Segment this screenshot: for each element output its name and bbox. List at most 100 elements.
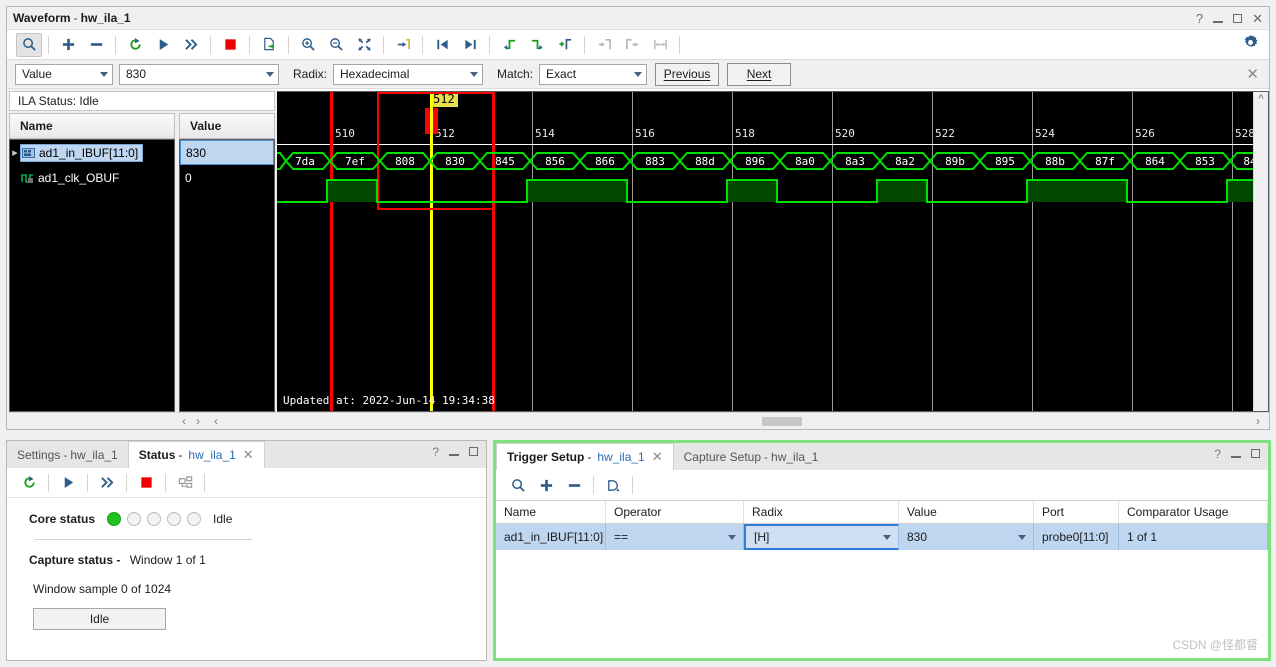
- match-label: Match:: [497, 67, 533, 81]
- remove-icon[interactable]: [561, 473, 587, 497]
- scroll-left-wave-icon[interactable]: ‹: [209, 414, 223, 428]
- idle-progress-button[interactable]: Idle: [33, 608, 166, 630]
- search-icon[interactable]: [505, 473, 531, 497]
- stop-icon[interactable]: [133, 471, 159, 495]
- signal-row-ad1-in[interactable]: ▸ ad1_in_IBUF[11:0]: [10, 140, 174, 165]
- signal-value-ad1-clk[interactable]: 0: [180, 165, 274, 190]
- stop-icon[interactable]: [217, 33, 243, 57]
- ruler-tick-528: 528: [1235, 127, 1255, 140]
- refresh-icon[interactable]: [16, 471, 42, 495]
- red-cursor-left[interactable]: [330, 92, 333, 411]
- trigger-operator-select[interactable]: ==: [606, 524, 744, 550]
- previous-button[interactable]: Previous: [655, 63, 719, 86]
- help-button[interactable]: ?: [432, 445, 439, 459]
- close-filter-icon[interactable]: ✕: [1246, 65, 1259, 83]
- gear-icon[interactable]: [1242, 34, 1259, 51]
- waveform-hscrollbar[interactable]: ‹ › ‹ ›: [7, 412, 1269, 429]
- measure-icon[interactable]: [647, 33, 673, 57]
- hscroll-thumb[interactable]: [762, 417, 802, 426]
- red-cursor-right[interactable]: [492, 92, 495, 411]
- trigger-radix-select[interactable]: [H]: [744, 524, 899, 550]
- radix-select[interactable]: Hexadecimal: [333, 64, 483, 85]
- capture-status-row: Capture status - Window 1 of 1: [29, 553, 486, 567]
- tab-trigger-setup[interactable]: Trigger Setup - hw_ila_1 ✕: [496, 443, 674, 470]
- maximize-button[interactable]: [1251, 447, 1260, 461]
- column-header-comparator-usage[interactable]: Comparator Usage: [1119, 501, 1268, 523]
- column-header-value[interactable]: Value: [179, 113, 275, 139]
- column-header-port[interactable]: Port: [1034, 501, 1119, 523]
- tab-settings[interactable]: Settings - hw_ila_1: [7, 441, 128, 468]
- help-button[interactable]: ?: [1214, 447, 1221, 461]
- go-to-end-icon[interactable]: [457, 33, 483, 57]
- trigger-panel-controls: ?: [1214, 447, 1260, 461]
- cursor-marker-flag[interactable]: 512: [430, 92, 458, 107]
- bus-value-14: 895: [983, 151, 1027, 171]
- waveform-filter-bar: Value 830 Radix: Hexadecimal Match: Exac…: [7, 60, 1269, 89]
- signal-name-label: ad1_clk_OBUF: [38, 171, 119, 185]
- scroll-right-wave-icon[interactable]: ›: [1251, 414, 1265, 428]
- add-icon[interactable]: [533, 473, 559, 497]
- next-button[interactable]: Next: [727, 63, 791, 86]
- column-header-name[interactable]: Name: [496, 501, 606, 523]
- maximize-button[interactable]: [469, 445, 478, 459]
- tab-capture-setup[interactable]: Capture Setup - hw_ila_1: [674, 443, 829, 470]
- help-button[interactable]: ?: [1196, 12, 1203, 25]
- tab-status[interactable]: Status - hw_ila_1 ✕: [128, 441, 265, 468]
- trigger-port: probe0[11:0]: [1034, 524, 1119, 550]
- column-select[interactable]: Value: [15, 64, 113, 85]
- search-value-input[interactable]: 830: [119, 64, 279, 85]
- add-marker-icon[interactable]: [552, 33, 578, 57]
- column-header-value[interactable]: Value: [899, 501, 1034, 523]
- tab-close-icon[interactable]: ✕: [652, 449, 663, 465]
- add-icon[interactable]: [55, 33, 81, 57]
- column-header-operator[interactable]: Operator: [606, 501, 744, 523]
- vertical-scroll-up[interactable]: ^: [1253, 92, 1268, 411]
- trigger-tabbar: Trigger Setup - hw_ila_1 ✕ Capture Setup…: [496, 443, 1268, 470]
- trigger-value-select[interactable]: 830: [899, 524, 1034, 550]
- run-fast-icon[interactable]: [178, 33, 204, 57]
- go-to-start-icon[interactable]: [429, 33, 455, 57]
- run-fast-icon[interactable]: [94, 471, 120, 495]
- minimize-button[interactable]: [1213, 12, 1223, 25]
- probe-compare-icon[interactable]: [600, 473, 626, 497]
- minimize-button[interactable]: [449, 445, 459, 459]
- yellow-cursor[interactable]: [430, 92, 433, 411]
- refresh-icon[interactable]: [122, 33, 148, 57]
- table-row[interactable]: ad1_in_IBUF[11:0] == [H] 830 probe0[11:0…: [496, 524, 1268, 550]
- signal-row-ad1-clk[interactable]: ad1_clk_OBUF: [10, 165, 174, 190]
- capture-status-value: Window 1 of 1: [130, 553, 206, 567]
- next-marker-icon[interactable]: [619, 33, 645, 57]
- scroll-right-name-icon[interactable]: ›: [191, 414, 205, 428]
- match-select-value: Exact: [546, 67, 628, 81]
- trigger-probe-name[interactable]: ad1_in_IBUF[11:0]: [496, 524, 606, 550]
- column-header-name[interactable]: Name: [9, 113, 175, 139]
- zoom-fit-icon[interactable]: [351, 33, 377, 57]
- next-transition-icon[interactable]: [524, 33, 550, 57]
- maximize-button[interactable]: [1233, 12, 1242, 25]
- remove-icon[interactable]: [83, 33, 109, 57]
- minimize-button[interactable]: [1231, 447, 1241, 461]
- zoom-in-icon[interactable]: [295, 33, 321, 57]
- zoom-out-icon[interactable]: [323, 33, 349, 57]
- prev-transition-icon[interactable]: [496, 33, 522, 57]
- bus-value-9: 896: [733, 151, 777, 171]
- close-button[interactable]: ✕: [1252, 12, 1263, 25]
- radix-select-value: Hexadecimal: [340, 67, 464, 81]
- search-icon[interactable]: [16, 33, 42, 57]
- window-layout-icon[interactable]: [172, 471, 198, 495]
- zoom-to-cursor-icon[interactable]: [390, 33, 416, 57]
- signal-value-ad1-in[interactable]: 830: [180, 140, 274, 165]
- expand-chevron-icon[interactable]: ▸: [10, 146, 20, 159]
- column-header-radix[interactable]: Radix: [744, 501, 899, 523]
- core-led-1: [107, 512, 121, 526]
- toolbar-separator: [126, 474, 127, 492]
- signal-list-header: Name Value: [9, 113, 275, 139]
- export-icon[interactable]: [256, 33, 282, 57]
- scroll-left-name-icon[interactable]: ‹: [177, 414, 191, 428]
- run-icon[interactable]: [150, 33, 176, 57]
- tab-close-icon[interactable]: ✕: [243, 447, 254, 463]
- prev-marker-icon[interactable]: [591, 33, 617, 57]
- match-select[interactable]: Exact: [539, 64, 647, 85]
- waveform-canvas[interactable]: 510 512 514 516 518 520 522 524 526 528 …: [277, 91, 1269, 412]
- run-icon[interactable]: [55, 471, 81, 495]
